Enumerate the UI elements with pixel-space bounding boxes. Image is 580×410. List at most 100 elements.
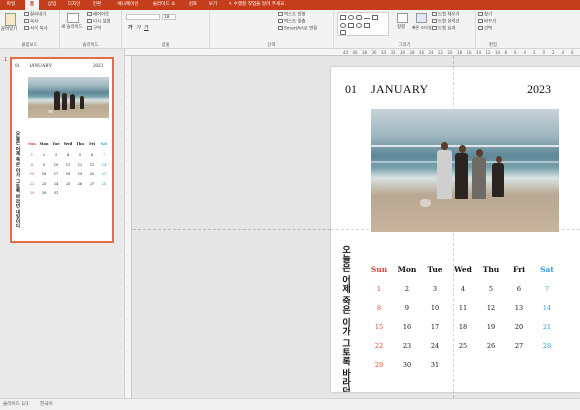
ruler-tick-label: 30: [400, 50, 406, 55]
quick-styles-button[interactable]: 빠른 스타일: [412, 25, 432, 31]
weekday-header: Mon: [39, 142, 49, 146]
person-figure: [455, 153, 468, 199]
section-icon: [87, 26, 92, 30]
rounded-rect-shape-icon[interactable]: [356, 15, 362, 20]
text-direction-button[interactable]: 텍스트 방향: [278, 12, 306, 19]
calendar-day: 18: [458, 323, 468, 331]
new-slide-button[interactable]: 새 슬라이드: [61, 25, 83, 31]
calendar-day: 24: [53, 181, 59, 186]
shape-effects-button[interactable]: 도형 효과: [432, 26, 456, 33]
reset-button[interactable]: 다시 설정: [87, 19, 111, 26]
ruler-tick-label: ·: [126, 381, 128, 386]
thumb-person: [54, 91, 60, 110]
replace-icon: [478, 19, 483, 23]
ruler-tick-label: ·: [126, 307, 128, 312]
ruler-tick-label: 6: [571, 50, 574, 55]
editing-group: 찾기 바꾸기 선택 편집: [476, 10, 510, 49]
family-beach-photo[interactable]: [371, 109, 559, 232]
ribbon-tab-bar: 파일 홈 삽입 디자인 전환 애니메이션 슬라이드 쇼 검토 보기 ☼ 수행할 …: [0, 0, 580, 10]
ruler-tick-label: 4: [523, 50, 527, 55]
bold-button[interactable]: 가: [128, 24, 133, 31]
ruler-tick-label: 2: [552, 50, 555, 55]
textbox-shape-icon[interactable]: [372, 15, 378, 20]
tab-transitions[interactable]: 전환: [89, 0, 105, 10]
ellipse-shape-icon[interactable]: [356, 23, 362, 28]
oval-shape-icon[interactable]: [348, 15, 354, 20]
ruler-tick-label: 16: [466, 50, 472, 55]
tab-design[interactable]: 디자인: [63, 0, 85, 10]
calendar-day: 6: [90, 153, 94, 157]
line-shape-icon[interactable]: [364, 18, 370, 19]
tab-insert[interactable]: 삽입: [44, 0, 60, 10]
select-button[interactable]: 선택: [478, 26, 492, 33]
replace-button[interactable]: 바꾸기: [478, 19, 496, 26]
tab-home[interactable]: 홈: [25, 0, 39, 10]
slide-canvas[interactable]: 01 JANUARY 2023 오늘은 어제 죽은 이가 그토록 바라던 내일이…: [331, 67, 580, 392]
year-text[interactable]: 2023: [527, 82, 551, 97]
vertical-quote-text[interactable]: 오늘은 어제 죽은 이가 그토록 바라던 내일이다: [339, 245, 352, 392]
circle-shape-icon[interactable]: [340, 23, 346, 28]
weekday-header: Mon: [397, 265, 417, 274]
editing-label: 편집: [488, 43, 498, 48]
smartart-button[interactable]: SmartArt로 변환: [278, 26, 317, 33]
underline-button[interactable]: 가: [144, 24, 149, 31]
calendar-day: 21: [542, 323, 552, 331]
thumb-person: [62, 93, 67, 110]
drawing-group: 정렬 빠른 스타일 도형 채우기 도형 윤곽선 도형 효과 그리기: [334, 10, 476, 49]
scissors-icon: [24, 12, 29, 16]
tab-review[interactable]: 검토: [186, 0, 200, 10]
font-name-combo[interactable]: [126, 14, 160, 20]
ruler-tick-label: 20: [447, 50, 453, 55]
copy-button[interactable]: 복사: [24, 19, 38, 26]
calendar-day: 15: [374, 323, 384, 331]
weekday-header: Wed: [63, 142, 73, 146]
shapes-gallery[interactable]: [337, 12, 389, 36]
slide-thumbnail[interactable]: 01 JANUARY 2023 오늘은 어제 죽은 이가 그토록 바라던 내일이…: [10, 57, 114, 243]
arrow-shape-icon[interactable]: [340, 30, 346, 35]
ruler-tick-label: ·: [126, 275, 128, 280]
layout-button[interactable]: 레이아웃: [87, 12, 109, 19]
ruler-tick-label: ·: [126, 243, 128, 248]
calendar-day: 27: [514, 342, 524, 350]
align-text-button[interactable]: 텍스트 맞춤: [278, 19, 306, 26]
calendar-day: 14: [101, 162, 107, 167]
tab-slideshow[interactable]: 슬라이드 쇼: [148, 0, 180, 10]
slides-group: 새 슬라이드 레이아웃 다시 설정 구역 슬라이드: [60, 10, 122, 49]
person-figure: [492, 163, 504, 197]
tab-animations[interactable]: 애니메이션: [113, 0, 143, 10]
rectangle-shape-icon[interactable]: [340, 15, 346, 20]
section-button[interactable]: 구역: [87, 26, 101, 33]
weekday-header: Wed: [454, 265, 472, 274]
ruler-tick-label: ·: [126, 328, 128, 333]
thumb-calendar: Sun Mon Tue Wed Thu Fri Sat 1 2 3 4 5 6 7 8 9 10 11 12 13 14…: [26, 142, 110, 241]
paste-button[interactable]: 붙여넣기: [1, 27, 17, 33]
italic-button[interactable]: 가: [136, 24, 141, 31]
month-title[interactable]: JANUARY: [371, 82, 428, 97]
tell-me-box[interactable]: ☼ 수행할 작업을 알려 주세요.: [228, 0, 286, 10]
font-size-combo[interactable]: 18: [162, 14, 176, 20]
square-shape-icon[interactable]: [348, 23, 354, 28]
ruler-tick-label: ·: [126, 105, 128, 110]
calendar-grid[interactable]: Sun Mon Tue Wed Thu Fri Sat 1 2 3 4 5 6 7 8 9 10 11 12 13 14…: [365, 265, 574, 385]
calendar-day: 30: [41, 191, 47, 195]
cut-button[interactable]: 잘라내기: [24, 12, 46, 19]
shape-fill-button[interactable]: 도형 채우기: [432, 12, 460, 19]
format-painter-button[interactable]: 서식 복사: [24, 26, 48, 33]
block-shape-icon[interactable]: [364, 23, 370, 28]
slide-number-text[interactable]: 01: [345, 82, 357, 97]
calendar-day: 13: [89, 162, 95, 167]
arrange-button[interactable]: 정렬: [397, 25, 405, 31]
shape-outline-button[interactable]: 도형 윤곽선: [432, 19, 460, 26]
thumb-vertical-quote: 오늘은 어제 죽은 이가 그토록 바라던 내일이다: [15, 131, 20, 228]
ruler-tick-label: 4: [561, 50, 565, 55]
find-button[interactable]: 찾기: [478, 12, 492, 19]
tab-view[interactable]: 보기: [206, 0, 220, 10]
calendar-day: 10: [430, 304, 440, 312]
calendar-day: 17: [53, 172, 59, 176]
reset-icon: [87, 19, 92, 23]
calendar-day: 27: [89, 181, 95, 186]
tab-file[interactable]: 파일: [2, 0, 20, 10]
language-indicator[interactable]: 한국어: [40, 399, 53, 410]
vertical-ruler[interactable]: · · · · · · · · · · · · · · · · · · · · · · · · · · · · · ·: [125, 56, 132, 398]
horizontal-ruler[interactable]: 44 40 38 36 34 32 30 28 26 24 22 20 18 16 14 12 10 8 6 4 2 0 2…: [125, 49, 580, 56]
